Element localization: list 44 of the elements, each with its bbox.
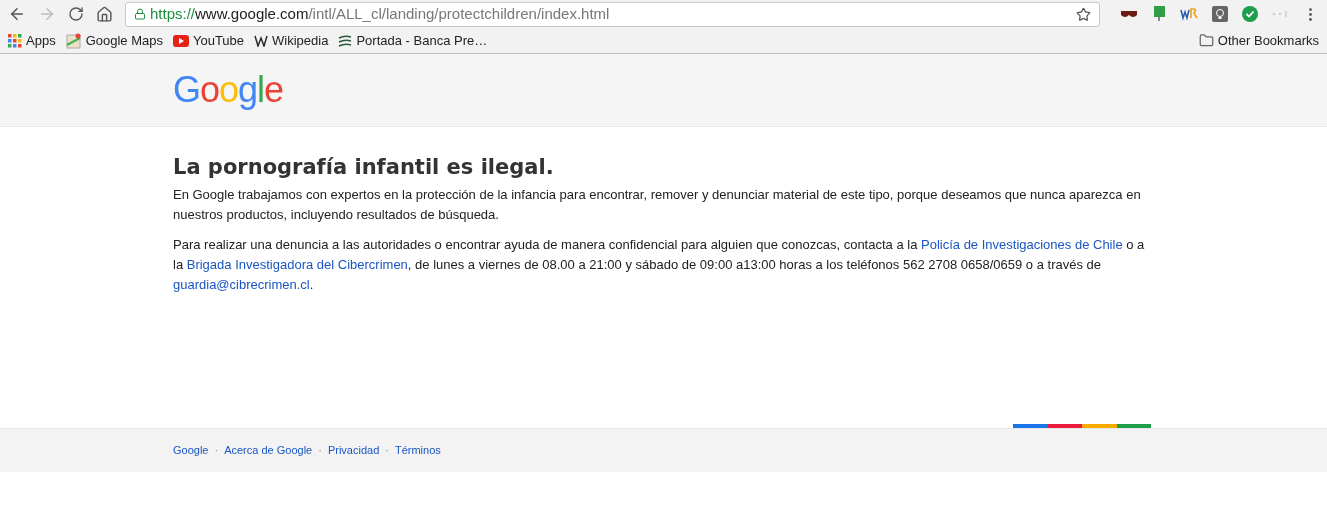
home-icon[interactable]: [96, 5, 113, 23]
separator-dot: ·: [214, 443, 219, 459]
bookmark-item[interactable]: YouTube: [172, 30, 245, 51]
bookmark-item[interactable]: Portada - Banca Pre…: [338, 30, 488, 51]
url-text: https://www.google.com/intl/ALL_cl/landing/protectchildren/index.html: [150, 3, 611, 24]
bookmark-item[interactable]: Wikipedia: [254, 30, 329, 51]
folder-icon: [1198, 33, 1214, 48]
bookmark-label: Portada - Banca Pre…: [356, 31, 488, 50]
page-title: La pornografía infantil es ilegal.: [173, 157, 555, 177]
footer-link[interactable]: Términos: [394, 442, 441, 459]
wikipedia-w-icon: [254, 34, 269, 47]
bookmark-label: Wikipedia: [272, 31, 329, 50]
lightbulb-icon[interactable]: [1212, 6, 1228, 22]
lock-icon: [134, 8, 146, 20]
reload-icon[interactable]: [68, 6, 84, 22]
bookmark-label: YouTube: [192, 31, 245, 50]
bookmark-item[interactable]: Apps: [8, 30, 56, 51]
dots-icon[interactable]: [1272, 11, 1288, 17]
bookmark-label: Google Maps: [85, 31, 163, 50]
play-icon: [172, 34, 189, 47]
other-bookmarks-item[interactable]: Other Bookmarks: [1198, 30, 1319, 51]
google-logo[interactable]: Google: [173, 68, 284, 110]
back-icon[interactable]: [8, 5, 26, 23]
bookmark-label: Apps: [26, 31, 56, 50]
address-bar[interactable]: https://www.google.com/intl/ALL_cl/landing/protectchildren/index.html: [125, 1, 1100, 27]
stripes-icon: [338, 34, 353, 47]
footer-link[interactable]: Google: [173, 442, 209, 459]
mask-icon[interactable]: [1120, 9, 1138, 19]
text-link[interactable]: Policía de Investigaciones de Chile: [921, 237, 1123, 252]
apps-grid-icon: [8, 33, 22, 48]
bookmark-item[interactable]: Google Maps: [65, 30, 163, 51]
separator-dot: ·: [385, 443, 389, 459]
paragraph: Para realizar una denuncia a las autoridades o encontrar ayuda de manera confidencial para alguien que conozcas, contacta a la Policía de Investigaciones de Chile o a la Brigada Investigadora del Cibercrimen, de lunes a viernes de 08.00 a 21:00 y sábado de 09:00 a13:00 horas a los teléfonos 562 2708 0658/0659 o a través de guardia@cibrecrimen.cl.: [173, 236, 1146, 294]
bookmark-star-icon[interactable]: [1076, 6, 1091, 22]
extension-icon[interactable]: [1180, 7, 1198, 21]
check-circle-icon[interactable]: [1242, 6, 1258, 22]
footer-link[interactable]: Privacidad: [327, 442, 380, 459]
footer-link[interactable]: Acerca de Google: [224, 442, 313, 459]
map-icon: [65, 32, 82, 49]
separator-dot: ·: [318, 443, 322, 459]
bookmark-label: Other Bookmarks: [1217, 31, 1319, 50]
text-link[interactable]: Brigada Investigadora del Cibercrimen: [186, 257, 408, 272]
paragraph: En Google trabajamos con expertos en la protección de la infancia para encontrar, remover y denunciar material de este tipo, porque deseamos que nunca aparezca en nuestros productos, incluyendo resultados de búsqueda.: [173, 186, 1142, 224]
text-link[interactable]: guardia@cibrecrimen.cl: [173, 277, 310, 292]
